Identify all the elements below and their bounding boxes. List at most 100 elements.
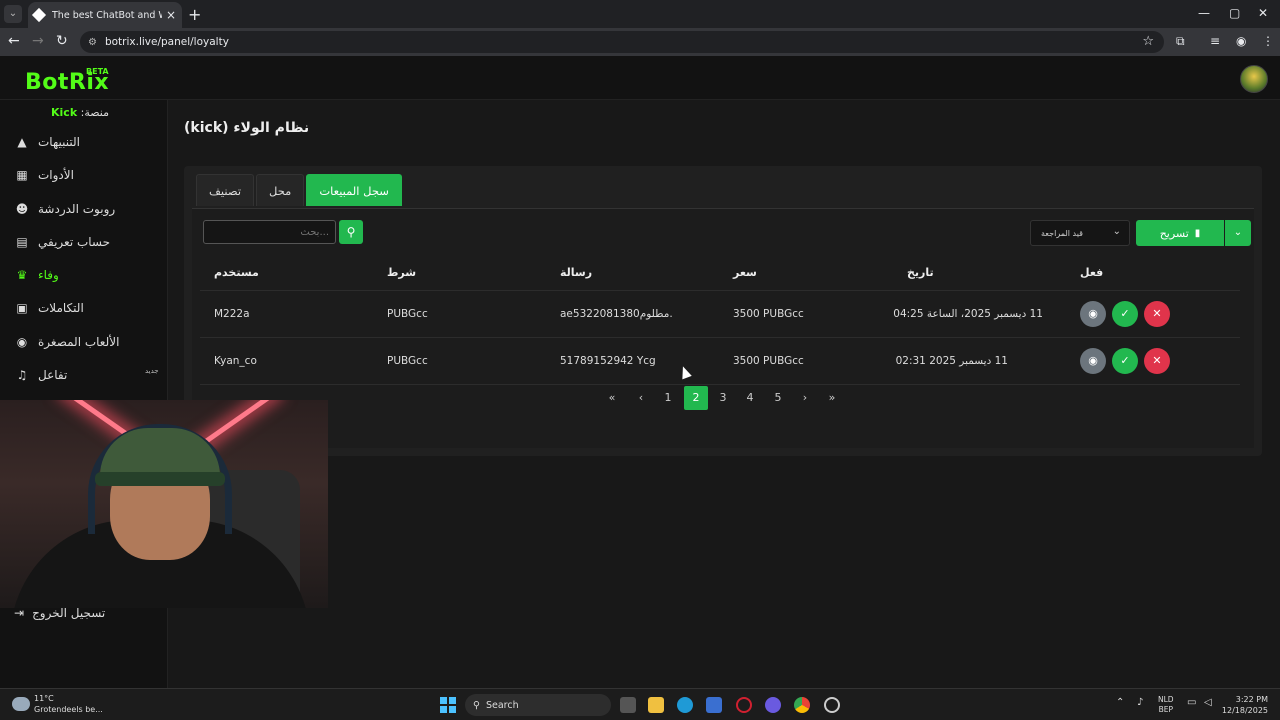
maximize-icon[interactable]: ▢ <box>1229 6 1240 20</box>
pagination-last[interactable]: » <box>820 386 844 410</box>
cell-user: M222a <box>214 308 250 320</box>
tab-close-icon[interactable]: × <box>166 8 176 22</box>
url-text: botrix.live/panel/loyalty <box>104 36 229 48</box>
profile-icon[interactable]: ◉ <box>1236 34 1246 48</box>
sidebar-item-minigames[interactable]: ◉ الألعاب المصغرة <box>14 331 164 353</box>
sidebar-item-chatbot[interactable]: ☻ روبوت الدردشة <box>14 198 164 220</box>
clock-date: 12/18/2025 <box>1221 706 1268 715</box>
volume-icon[interactable]: ◁ <box>1204 698 1212 708</box>
sidebar-item-label: حساب تعريفي <box>38 235 111 249</box>
logout-button[interactable]: ⇥ تسجيل الخروج <box>14 606 105 620</box>
reject-button[interactable]: ✕ <box>1144 301 1170 327</box>
cloud-icon[interactable] <box>12 697 30 711</box>
export-label: تسريح <box>1159 226 1189 240</box>
view-button[interactable]: ◉ <box>1080 301 1106 327</box>
pagination-prev[interactable]: ‹ <box>629 386 653 410</box>
browser-tab-bar: ⌄ The best ChatBot and Widgets × + — ▢ ✕ <box>0 0 1280 28</box>
sidebar-item-label: التكاملات <box>38 301 84 315</box>
edge-icon[interactable] <box>677 697 693 713</box>
file-explorer-icon[interactable] <box>648 697 664 713</box>
sidebar-item-integrations[interactable]: ▣ التكاملات <box>14 297 164 319</box>
cell-user: Kyan_co <box>214 355 257 367</box>
tray-chevron-icon[interactable]: ⌃ <box>1116 698 1124 708</box>
bookmark-star-icon[interactable]: ☆ <box>1142 34 1154 49</box>
language-indicator[interactable]: NLD BEP <box>1158 695 1174 715</box>
divider <box>200 337 1240 338</box>
sidebar-item-loyalty[interactable]: ♛ وفاء <box>14 264 164 286</box>
cell-message: aeمطلوم5322081380. <box>560 308 673 320</box>
back-icon[interactable]: ← <box>8 33 20 49</box>
cell-message: 51789152942 Ycg <box>560 355 656 367</box>
column-header-message: رسالة <box>560 266 593 279</box>
export-button[interactable]: تسريح ▮ <box>1136 220 1224 246</box>
sidebar-item-profile[interactable]: ▤ حساب تعريفي <box>14 231 164 253</box>
column-header-price: سعر <box>733 266 757 279</box>
pagination-page[interactable]: 4 <box>738 386 762 410</box>
browser-tab[interactable]: The best ChatBot and Widgets × <box>28 2 182 28</box>
pagination-page[interactable]: 5 <box>766 386 790 410</box>
tab-search-icon[interactable]: ⌄ <box>4 5 22 23</box>
site-info-icon[interactable]: ⚙ <box>88 37 97 48</box>
sidebar-item-tools[interactable]: ▦ الأدوات <box>14 164 164 186</box>
approve-button[interactable]: ✓ <box>1112 348 1138 374</box>
divider <box>200 384 1240 385</box>
eye-icon: ◉ <box>1088 307 1098 320</box>
sidebar-item-label: روبوت الدردشة <box>38 202 116 216</box>
id-card-icon: ▤ <box>16 235 28 249</box>
media-icon[interactable]: ≡ <box>1210 34 1220 48</box>
pagination-page[interactable]: 3 <box>711 386 735 410</box>
pagination-next[interactable]: › <box>793 386 817 410</box>
reject-button[interactable]: ✕ <box>1144 348 1170 374</box>
sidebar-item-label: الأدوات <box>38 168 74 182</box>
pagination-first[interactable]: « <box>600 386 624 410</box>
taskbar-search-label: Search <box>485 699 519 711</box>
close-window-icon[interactable]: ✕ <box>1258 6 1268 20</box>
cell-price: 3500 PUBGcc <box>733 308 804 320</box>
discord-icon[interactable] <box>765 697 781 713</box>
approve-button[interactable]: ✓ <box>1112 301 1138 327</box>
column-header-action: فعل <box>1080 266 1104 279</box>
export-dropdown-button[interactable]: ⌄ <box>1225 220 1251 246</box>
new-tab-icon[interactable]: + <box>188 5 201 24</box>
search-button[interactable]: ⚲ <box>339 220 363 244</box>
sidebar-item-interaction[interactable]: ♫ تفاعل <box>14 364 164 386</box>
pagination-page-current[interactable]: 2 <box>684 386 708 410</box>
menu-dots-icon[interactable]: ⋮ <box>1262 34 1274 48</box>
loyalty-card: تصنيف محل سجل المبيعات ⚲ قيد المراجعة ⌄ … <box>184 166 1262 456</box>
tab-ranking[interactable]: تصنيف <box>196 174 255 206</box>
view-button[interactable]: ◉ <box>1080 348 1106 374</box>
windows-start-icon[interactable] <box>440 697 456 713</box>
obs-icon[interactable] <box>824 697 840 713</box>
task-view-icon[interactable] <box>620 697 636 713</box>
cell-condition: PUBGcc <box>387 355 428 367</box>
sidebar-item-label: الألعاب المصغرة <box>38 335 120 349</box>
network-icon[interactable]: ▭ <box>1187 698 1196 708</box>
logout-icon: ⇥ <box>14 606 25 620</box>
sidebar-item-alerts[interactable]: ▲ التنبيهات <box>14 131 164 153</box>
user-avatar[interactable] <box>1240 65 1268 93</box>
search-icon: ⚲ <box>346 225 356 239</box>
cell-date: 11 ديسمبر 2025 02:31 <box>895 355 1008 367</box>
taskbar-search[interactable]: ⚲ Search <box>465 694 611 716</box>
document-icon: ▮ <box>1194 227 1201 239</box>
platform-value: Kick <box>51 106 78 119</box>
microphone-icon[interactable]: ♪ <box>1137 698 1143 708</box>
tab-sales-log[interactable]: سجل المبيعات <box>306 174 402 206</box>
language-code: NLD <box>1158 695 1174 704</box>
url-field[interactable]: ⚙ botrix.live/panel/loyalty ☆ <box>80 31 1164 53</box>
clock[interactable]: 3:22 PM 12/18/2025 <box>1222 694 1268 716</box>
search-input[interactable] <box>203 220 336 244</box>
extensions-icon[interactable]: ⧉ <box>1176 34 1185 49</box>
tab-shop[interactable]: محل <box>256 174 305 206</box>
store-icon[interactable] <box>706 697 722 713</box>
status-filter-select[interactable]: قيد المراجعة ⌄ <box>1030 220 1130 246</box>
table-icon: ▦ <box>16 168 28 182</box>
minimize-icon[interactable]: — <box>1198 6 1210 20</box>
forward-icon[interactable]: → <box>32 33 44 49</box>
opera-icon[interactable] <box>736 697 752 713</box>
sidebar-item-label: التنبيهات <box>38 135 80 149</box>
chrome-icon[interactable] <box>794 697 810 713</box>
weather-temp: 11°C <box>34 694 54 703</box>
reload-icon[interactable]: ↻ <box>56 33 68 49</box>
pagination-page[interactable]: 1 <box>656 386 680 410</box>
